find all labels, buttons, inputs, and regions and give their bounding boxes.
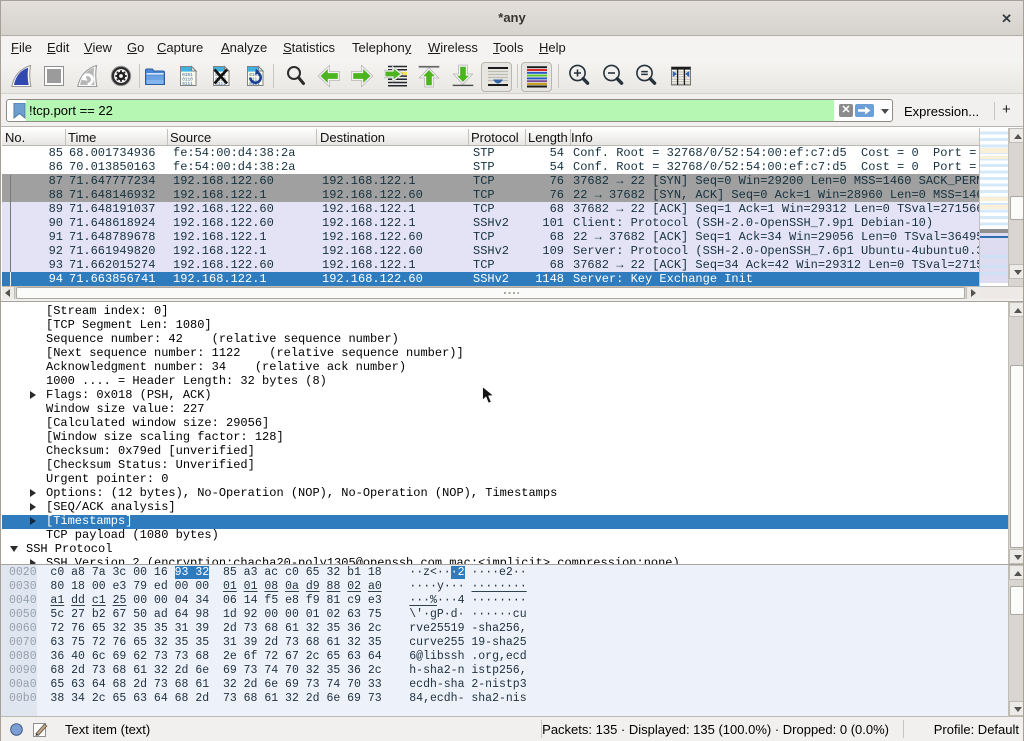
svg-text:0111: 0111: [182, 82, 193, 87]
